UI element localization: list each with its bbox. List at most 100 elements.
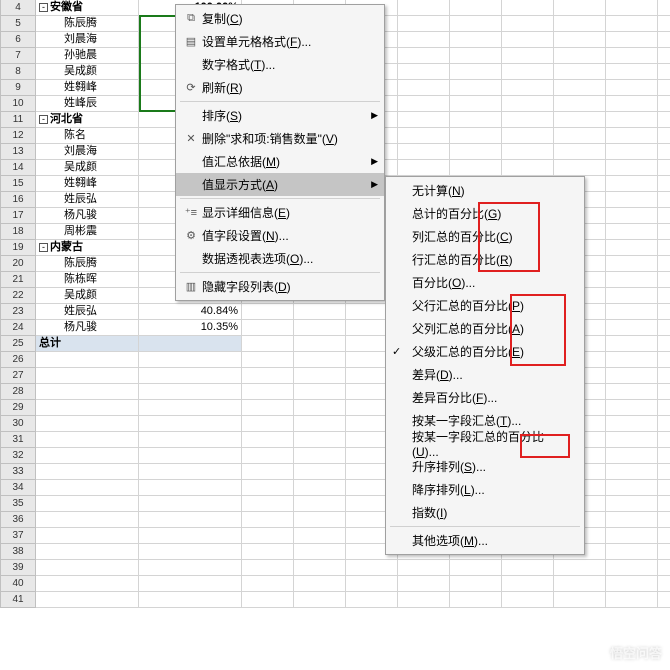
cell[interactable] xyxy=(242,592,294,608)
cell[interactable] xyxy=(502,144,554,160)
cell[interactable] xyxy=(658,592,670,608)
row-header[interactable]: 11 xyxy=(0,112,36,128)
cell[interactable] xyxy=(658,400,670,416)
cell-a[interactable]: 姓翱峰 xyxy=(36,80,139,96)
cell[interactable] xyxy=(658,512,670,528)
cell[interactable] xyxy=(658,160,670,176)
cell[interactable] xyxy=(606,384,658,400)
cell-a[interactable] xyxy=(36,512,139,528)
row-header[interactable]: 41 xyxy=(0,592,36,608)
cell[interactable] xyxy=(606,192,658,208)
cell[interactable] xyxy=(242,576,294,592)
cell-a[interactable] xyxy=(36,544,139,560)
cell[interactable] xyxy=(606,240,658,256)
cell[interactable] xyxy=(450,560,502,576)
cell[interactable] xyxy=(606,288,658,304)
submenu-item[interactable]: ✓父级汇总的百分比(E) xyxy=(386,340,584,363)
cell-a[interactable] xyxy=(36,400,139,416)
cell-b[interactable]: 40.84% xyxy=(139,304,242,320)
cell[interactable] xyxy=(554,576,606,592)
cell[interactable] xyxy=(606,320,658,336)
cell[interactable] xyxy=(606,400,658,416)
cell-a[interactable] xyxy=(36,416,139,432)
cell[interactable] xyxy=(398,112,450,128)
cell-a[interactable]: 杨凡骏 xyxy=(36,320,139,336)
row-header[interactable]: 24 xyxy=(0,320,36,336)
row-header[interactable]: 17 xyxy=(0,208,36,224)
submenu-item[interactable]: 差异(D)... xyxy=(386,363,584,386)
cell[interactable] xyxy=(502,16,554,32)
grid-row[interactable]: 39 xyxy=(0,560,670,576)
submenu-item[interactable]: 列汇总的百分比(C) xyxy=(386,225,584,248)
cell[interactable] xyxy=(658,0,670,16)
cell-a[interactable]: 陈辰腾 xyxy=(36,256,139,272)
cell[interactable] xyxy=(554,112,606,128)
cell[interactable] xyxy=(658,432,670,448)
cell[interactable] xyxy=(658,192,670,208)
cell[interactable] xyxy=(242,464,294,480)
cell-b[interactable] xyxy=(139,448,242,464)
cell[interactable] xyxy=(502,64,554,80)
cell-a[interactable] xyxy=(36,448,139,464)
cell[interactable] xyxy=(606,544,658,560)
cell[interactable] xyxy=(450,128,502,144)
cell[interactable] xyxy=(450,144,502,160)
cell-a[interactable]: 杨凡骏 xyxy=(36,208,139,224)
cell-a[interactable]: 吴成颜 xyxy=(36,288,139,304)
cell-a[interactable] xyxy=(36,368,139,384)
cell[interactable] xyxy=(398,128,450,144)
cell[interactable] xyxy=(294,384,346,400)
cell[interactable] xyxy=(294,528,346,544)
cell[interactable] xyxy=(606,208,658,224)
cell[interactable] xyxy=(502,112,554,128)
cell[interactable] xyxy=(658,112,670,128)
cell-a[interactable]: -内蒙古 xyxy=(36,240,139,256)
cell-a[interactable]: 姓翱峰 xyxy=(36,176,139,192)
row-header[interactable]: 31 xyxy=(0,432,36,448)
cell[interactable] xyxy=(658,336,670,352)
collapse-icon[interactable]: - xyxy=(39,115,48,124)
cell-b[interactable] xyxy=(139,496,242,512)
row-header[interactable]: 39 xyxy=(0,560,36,576)
cell[interactable] xyxy=(606,512,658,528)
submenu-item[interactable]: 升序排列(S)... xyxy=(386,455,584,478)
cell-a[interactable]: 吴成颜 xyxy=(36,64,139,80)
row-header[interactable]: 40 xyxy=(0,576,36,592)
grid-row[interactable]: 40 xyxy=(0,576,670,592)
cell-b[interactable] xyxy=(139,400,242,416)
cell-a[interactable] xyxy=(36,576,139,592)
cell[interactable] xyxy=(294,320,346,336)
cell[interactable] xyxy=(606,480,658,496)
row-header[interactable]: 15 xyxy=(0,176,36,192)
cell[interactable] xyxy=(450,160,502,176)
cell[interactable] xyxy=(606,592,658,608)
cell[interactable] xyxy=(658,240,670,256)
cell[interactable] xyxy=(450,16,502,32)
cell[interactable] xyxy=(450,576,502,592)
cell[interactable] xyxy=(450,0,502,16)
cell[interactable] xyxy=(242,480,294,496)
cell[interactable] xyxy=(658,288,670,304)
cell[interactable] xyxy=(294,400,346,416)
cell[interactable] xyxy=(450,64,502,80)
cell[interactable] xyxy=(242,432,294,448)
cell-b[interactable] xyxy=(139,384,242,400)
row-header[interactable]: 23 xyxy=(0,304,36,320)
row-header[interactable]: 19 xyxy=(0,240,36,256)
cell[interactable] xyxy=(606,368,658,384)
cell[interactable] xyxy=(502,96,554,112)
cell[interactable] xyxy=(398,48,450,64)
cell-b[interactable] xyxy=(139,416,242,432)
cell[interactable] xyxy=(658,32,670,48)
cell-b[interactable] xyxy=(139,352,242,368)
row-header[interactable]: 25 xyxy=(0,336,36,352)
cell[interactable] xyxy=(658,64,670,80)
cell[interactable] xyxy=(346,560,398,576)
cell[interactable] xyxy=(242,416,294,432)
cell[interactable] xyxy=(658,144,670,160)
cell[interactable] xyxy=(502,592,554,608)
cell[interactable] xyxy=(658,496,670,512)
menu-item[interactable]: ⧉复制(C) xyxy=(176,7,384,30)
cell[interactable] xyxy=(242,448,294,464)
row-header[interactable]: 37 xyxy=(0,528,36,544)
